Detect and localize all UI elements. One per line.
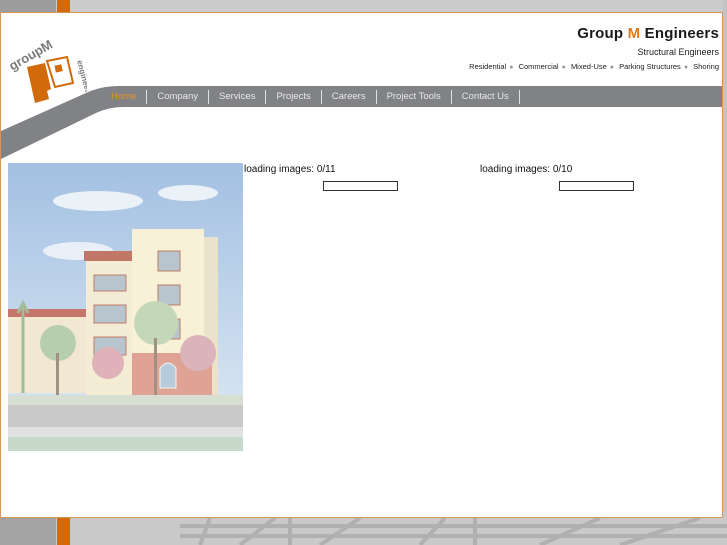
brand-title-prefix: Group (577, 25, 628, 42)
brand-header: Group M Engineers Structural Engineers R… (469, 25, 719, 71)
nav-projects[interactable]: Projects (266, 89, 322, 104)
bullet-icon: ● (609, 64, 615, 71)
brand-tags: Residential ● Commercial ● Mixed-Use ● Park… (469, 62, 719, 71)
brand-subtitle: Structural Engineers (637, 47, 719, 57)
nav-company[interactable]: Company (147, 89, 210, 104)
brand-title: Group M Engineers (469, 25, 719, 42)
nav-careers[interactable]: Careers (322, 89, 377, 104)
top-decor-gray-block (0, 0, 56, 12)
loader-2-progress-bar (559, 181, 634, 191)
image-loader-2: loading images: 0/10 (480, 164, 634, 191)
nav-contact-us[interactable]: Contact Us (452, 89, 520, 104)
loader-1-progress-bar (323, 181, 398, 191)
right-decor-strip (723, 0, 727, 545)
bottom-decor-orange-block (57, 518, 70, 545)
main-panel: groupM engineers Group M Engineers Struc… (0, 12, 723, 518)
loader-1-label: loading images: 0/11 (244, 164, 336, 175)
top-decor-strip (0, 0, 727, 12)
main-nav: Home Company Services Projects Careers P… (103, 86, 722, 107)
bullet-icon: ● (683, 64, 689, 71)
bottom-decor-gray-block (0, 518, 56, 545)
brand-title-accent: M (627, 25, 641, 42)
bullet-icon: ● (509, 64, 514, 71)
top-decor-orange-block (57, 0, 70, 12)
nav-project-tools[interactable]: Project Tools (377, 89, 452, 104)
hero-building-photo (8, 163, 243, 451)
brand-title-suffix: Engineers (640, 25, 719, 42)
nav-home[interactable]: Home (103, 89, 148, 104)
tag-shoring: Shoring (693, 62, 719, 71)
image-loader-1: loading images: 0/11 (244, 164, 398, 191)
building-illustration-icon (8, 163, 243, 451)
bullet-icon: ● (561, 64, 566, 71)
tag-residential: Residential (469, 62, 507, 71)
tag-parking-structures: Parking Structures (619, 62, 681, 71)
steel-frame-background-icon (180, 518, 727, 545)
bottom-decor-strip (0, 518, 727, 545)
tag-mixed-use: Mixed-Use (570, 62, 607, 71)
tag-commercial: Commercial (518, 62, 559, 71)
loader-2-label: loading images: 0/10 (480, 164, 573, 175)
nav-services[interactable]: Services (209, 89, 267, 104)
